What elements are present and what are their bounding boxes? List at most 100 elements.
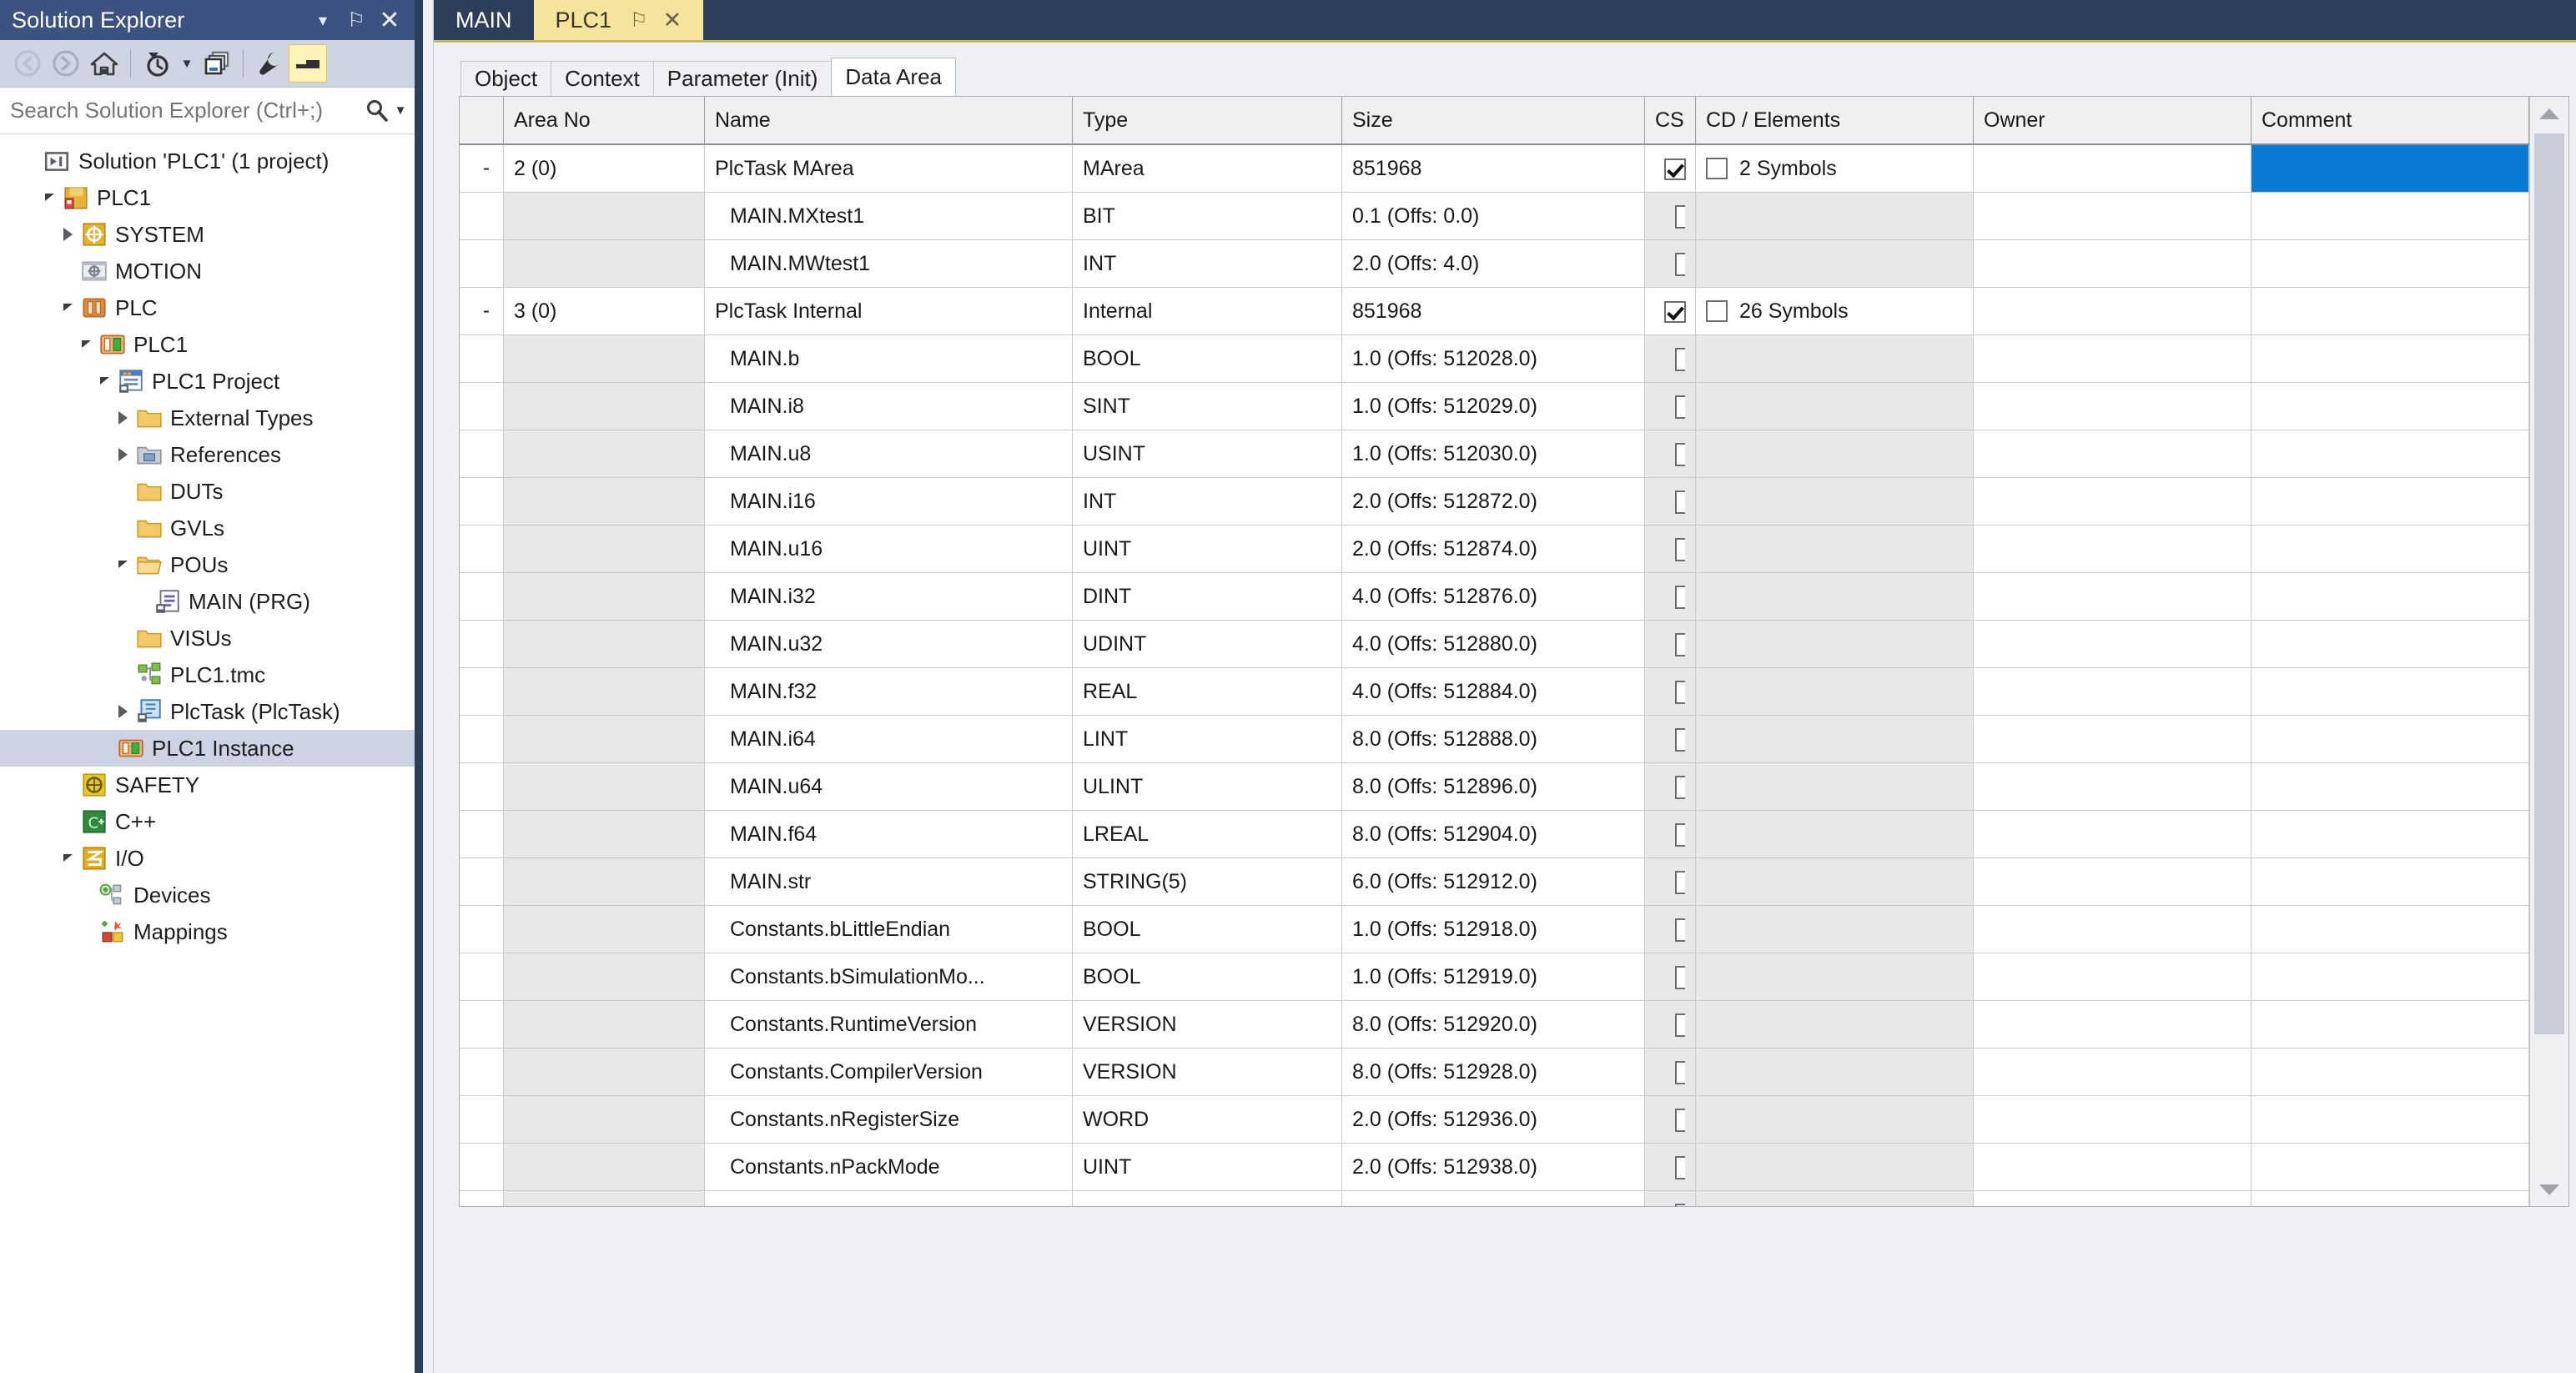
tree-item-plc1[interactable]: PLC1 bbox=[0, 326, 415, 363]
col-owner[interactable]: Owner bbox=[1973, 97, 2251, 145]
cell-name[interactable]: MAIN.MXtest1 bbox=[704, 192, 1073, 240]
cs-checkbox-partial[interactable] bbox=[1675, 347, 1685, 371]
table-row[interactable]: MAIN.MWtest1 INT 2.0 (Offs: 4.0) bbox=[460, 239, 2529, 288]
cell-comment[interactable] bbox=[2251, 905, 2529, 953]
cell-comment[interactable] bbox=[2251, 715, 2529, 763]
cell-name[interactable]: Constants.bLittleEndian bbox=[704, 905, 1073, 953]
expander-collapsed-icon[interactable] bbox=[110, 400, 135, 436]
cell-owner[interactable] bbox=[1973, 144, 2251, 193]
cell-comment[interactable] bbox=[2251, 810, 2529, 858]
row-expander-cell[interactable] bbox=[460, 620, 504, 668]
table-row[interactable]: MAIN.u8 USINT 1.0 (Offs: 512030.0) bbox=[460, 430, 2529, 478]
cell-cd-elements[interactable] bbox=[1695, 620, 1974, 668]
row-expander-cell[interactable] bbox=[460, 1048, 504, 1096]
filter-dropdown-icon[interactable]: ▼ bbox=[176, 44, 198, 83]
table-row[interactable]: MAIN.u64 ULINT 8.0 (Offs: 512896.0) bbox=[460, 762, 2529, 811]
tree-item-plc1-tmc[interactable]: PLC1.tmc bbox=[0, 656, 415, 693]
cell-comment[interactable] bbox=[2251, 430, 2529, 478]
cs-checkbox-partial[interactable] bbox=[1675, 680, 1685, 704]
cell-name[interactable]: Constants.nPackMode bbox=[704, 1143, 1073, 1191]
cell-cd-elements[interactable] bbox=[1695, 905, 1974, 953]
tab-context[interactable]: Context bbox=[551, 61, 654, 96]
cell-owner[interactable] bbox=[1973, 192, 2251, 240]
table-row[interactable]: MAIN.f64 LREAL 8.0 (Offs: 512904.0) bbox=[460, 810, 2529, 858]
cell-comment[interactable] bbox=[2251, 953, 2529, 1001]
cell-owner[interactable] bbox=[1973, 430, 2251, 478]
cell-owner[interactable] bbox=[1973, 1190, 2251, 1206]
cell-comment[interactable] bbox=[2251, 382, 2529, 430]
cell-create-symbol[interactable] bbox=[1644, 762, 1696, 811]
table-row[interactable]: MAIN.i32 DINT 4.0 (Offs: 512876.0) bbox=[460, 572, 2529, 621]
tree-item-main-prg[interactable]: MAIN (PRG) bbox=[0, 583, 415, 620]
cell-create-symbol[interactable] bbox=[1644, 620, 1696, 668]
tree-item-mappings[interactable]: Mappings bbox=[0, 913, 415, 950]
table-row[interactable]: MAIN.b BOOL 1.0 (Offs: 512028.0) bbox=[460, 334, 2529, 383]
cell-comment[interactable] bbox=[2251, 477, 2529, 526]
cell-create-symbol[interactable] bbox=[1644, 1048, 1696, 1096]
cell-name[interactable]: MAIN.str bbox=[704, 857, 1073, 906]
tab-pin-icon[interactable]: ⚐ bbox=[630, 8, 648, 33]
cell-name[interactable]: Constants.nRegisterSize bbox=[704, 1095, 1073, 1144]
expander-expanded-icon[interactable] bbox=[37, 179, 62, 216]
cell-owner[interactable] bbox=[1973, 1048, 2251, 1096]
cs-checkbox-partial[interactable] bbox=[1675, 870, 1685, 894]
tree-item-plc[interactable]: PLC bbox=[0, 289, 415, 326]
cell-cd-elements[interactable] bbox=[1695, 239, 1974, 288]
cell-create-symbol[interactable] bbox=[1644, 334, 1696, 383]
expander-expanded-icon[interactable] bbox=[55, 840, 80, 877]
panel-pin-icon[interactable]: ⚐ bbox=[340, 3, 373, 37]
cell-owner[interactable] bbox=[1973, 857, 2251, 906]
tree-item-duts[interactable]: DUTs bbox=[0, 473, 415, 510]
cell-comment[interactable] bbox=[2251, 1190, 2529, 1206]
cell-owner[interactable] bbox=[1973, 239, 2251, 288]
cell-create-symbol[interactable] bbox=[1644, 192, 1696, 240]
cell-create-symbol[interactable] bbox=[1644, 953, 1696, 1001]
cell-comment[interactable] bbox=[2251, 762, 2529, 811]
row-expander-cell[interactable] bbox=[460, 382, 504, 430]
row-expander-cell[interactable] bbox=[460, 667, 504, 716]
row-expander-cell[interactable] bbox=[460, 572, 504, 621]
sync-with-active-document-icon[interactable] bbox=[198, 44, 236, 83]
cs-checkbox-partial[interactable] bbox=[1675, 585, 1685, 609]
tree-item-i-o[interactable]: I/O bbox=[0, 840, 415, 877]
cell-cd-elements[interactable] bbox=[1695, 525, 1974, 573]
cell-cd-elements[interactable] bbox=[1695, 382, 1974, 430]
cell-cd-elements[interactable] bbox=[1695, 810, 1974, 858]
expander-collapsed-icon[interactable] bbox=[110, 436, 135, 473]
back-icon[interactable] bbox=[8, 44, 47, 83]
cell-owner[interactable] bbox=[1973, 287, 2251, 335]
expander-collapsed-icon[interactable] bbox=[110, 693, 135, 730]
cell-create-symbol[interactable] bbox=[1644, 287, 1696, 335]
cell-owner[interactable] bbox=[1973, 620, 2251, 668]
table-row[interactable]: MAIN.i64 LINT 8.0 (Offs: 512888.0) bbox=[460, 715, 2529, 763]
preview-selected-items-icon[interactable] bbox=[289, 44, 327, 83]
cd-checkbox[interactable] bbox=[1706, 300, 1728, 322]
search-options-dropdown-icon[interactable]: ▼ bbox=[391, 97, 410, 125]
cell-comment[interactable] bbox=[2251, 144, 2529, 193]
cell-cd-elements[interactable] bbox=[1695, 1095, 1974, 1144]
table-row[interactable]: MAIN.str STRING(5) 6.0 (Offs: 512912.0) bbox=[460, 857, 2529, 906]
solution-tree[interactable]: Solution 'PLC1' (1 project) PLC1 SYSTEM MOT… bbox=[0, 134, 415, 1373]
properties-icon[interactable] bbox=[250, 44, 289, 83]
row-expander-cell[interactable] bbox=[460, 525, 504, 573]
table-row[interactable]: Constants.bLittleEndian BOOL 1.0 (Offs: 51… bbox=[460, 905, 2529, 953]
cell-name[interactable]: MAIN.i8 bbox=[704, 382, 1073, 430]
tree-item-references[interactable]: References bbox=[0, 436, 415, 473]
tree-item-visus[interactable]: VISUs bbox=[0, 620, 415, 656]
row-expander-cell[interactable]: - bbox=[460, 144, 504, 193]
data-area-grid-scroll[interactable]: Area No Name Type Size CS CD / Elements … bbox=[460, 97, 2529, 1206]
cell-name[interactable]: Constants.RuntimeVersion bbox=[704, 1000, 1073, 1049]
cell-comment[interactable] bbox=[2251, 620, 2529, 668]
cell-owner[interactable] bbox=[1973, 810, 2251, 858]
cs-checkbox-partial[interactable] bbox=[1675, 822, 1685, 847]
cs-checkbox-partial[interactable] bbox=[1675, 442, 1685, 466]
cell-create-symbol[interactable] bbox=[1644, 667, 1696, 716]
row-expander-cell[interactable] bbox=[460, 1000, 504, 1049]
row-expander-cell[interactable] bbox=[460, 239, 504, 288]
cell-name[interactable]: MAIN.MWtest1 bbox=[704, 239, 1073, 288]
tree-item-system[interactable]: SYSTEM bbox=[0, 216, 415, 253]
cell-comment[interactable] bbox=[2251, 1095, 2529, 1144]
tree-item-devices[interactable]: Devices bbox=[0, 877, 415, 913]
tree-item-solution-plc1-1-project[interactable]: Solution 'PLC1' (1 project) bbox=[0, 143, 415, 179]
cd-checkbox[interactable] bbox=[1706, 158, 1728, 179]
